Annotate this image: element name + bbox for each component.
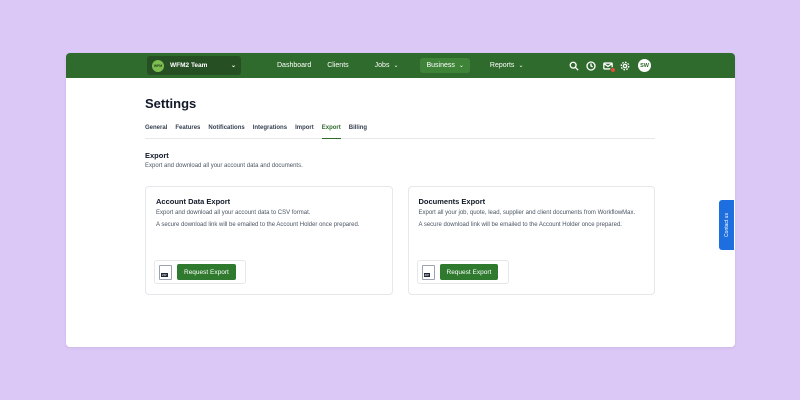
nav-actions: SW (568, 53, 651, 78)
zip-file-label: ZIP (161, 272, 168, 277)
card-description: Export all your job, quote, lead, suppli… (418, 210, 636, 216)
nav-jobs-label: Jobs (374, 62, 390, 69)
request-export-button[interactable]: Request Export (177, 264, 236, 280)
export-cards: Account Data Export Export and download … (145, 186, 655, 295)
team-logo: WFM (152, 59, 164, 72)
page-title: Settings (145, 96, 197, 111)
nav-dashboard[interactable]: Dashboard (271, 58, 317, 73)
search-icon[interactable] (568, 60, 579, 71)
zip-file-icon: ZIP (421, 264, 435, 280)
tab-integrations[interactable]: Integrations (253, 125, 287, 139)
card-note: A secure download link will be emailed t… (156, 222, 360, 228)
chevron-down-icon: ⌄ (458, 63, 464, 69)
team-switcher[interactable]: WFM WFM2 Team ⌄ (147, 56, 241, 75)
nav-business-label: Business (426, 62, 455, 69)
mail-icon[interactable] (602, 60, 616, 73)
tab-billing[interactable]: Billing (349, 125, 367, 139)
documents-export-card: Documents Export Export all your job, qu… (407, 186, 655, 295)
top-navigation: WFM WFM2 Team ⌄ Dashboard Clients Jobs ⌄ … (66, 53, 735, 78)
tab-notifications[interactable]: Notifications (208, 125, 244, 139)
clock-icon[interactable] (585, 60, 596, 71)
card-title: Account Data Export (156, 197, 231, 206)
card-description: Export and download all your account dat… (156, 210, 311, 216)
chevron-down-icon: ⌄ (518, 63, 524, 69)
gear-icon[interactable] (619, 60, 630, 71)
account-data-export-card: Account Data Export Export and download … (145, 186, 393, 295)
request-export-button[interactable]: Request Export (439, 264, 499, 280)
zip-file-label: ZIP (423, 272, 431, 277)
chevron-down-icon: ⌄ (393, 63, 399, 69)
contact-us-label: Contact us (723, 213, 730, 237)
team-name: WFM2 Team (170, 62, 208, 69)
tab-general[interactable]: General (145, 125, 167, 139)
settings-tabs: General Features Notifications Integrati… (145, 125, 655, 139)
export-action: ZIP Request Export (154, 260, 246, 284)
settings-content: Settings General Features Notifications … (145, 78, 655, 295)
section-title: Export (145, 151, 169, 160)
nav-business[interactable]: Business ⌄ (420, 58, 470, 73)
nav-reports-label: Reports (489, 62, 515, 69)
section-description: Export and download all your account dat… (145, 163, 303, 169)
nav-dashboard-label: Dashboard (277, 62, 312, 69)
app-window: WFM WFM2 Team ⌄ Dashboard Clients Jobs ⌄ … (66, 53, 735, 347)
nav-jobs[interactable]: Jobs ⌄ (369, 58, 405, 73)
nav-clients-label: Clients (327, 62, 349, 69)
notification-badge (610, 67, 616, 73)
tab-import[interactable]: Import (295, 125, 314, 139)
zip-file-icon: ZIP (159, 264, 172, 280)
main-nav: Dashboard Clients Jobs ⌄ Business ⌄ Report… (271, 53, 529, 78)
nav-reports[interactable]: Reports ⌄ (484, 58, 530, 73)
export-action: ZIP Request Export (416, 260, 509, 284)
avatar[interactable]: SW (638, 59, 651, 72)
card-title: Documents Export (418, 197, 486, 206)
nav-clients[interactable]: Clients (321, 58, 354, 73)
contact-us-button[interactable]: Contact us (719, 200, 734, 250)
tab-export[interactable]: Export (321, 125, 341, 139)
card-note: A secure download link will be emailed t… (418, 222, 622, 228)
chevron-down-icon: ⌄ (230, 63, 236, 69)
tab-features[interactable]: Features (175, 125, 200, 139)
